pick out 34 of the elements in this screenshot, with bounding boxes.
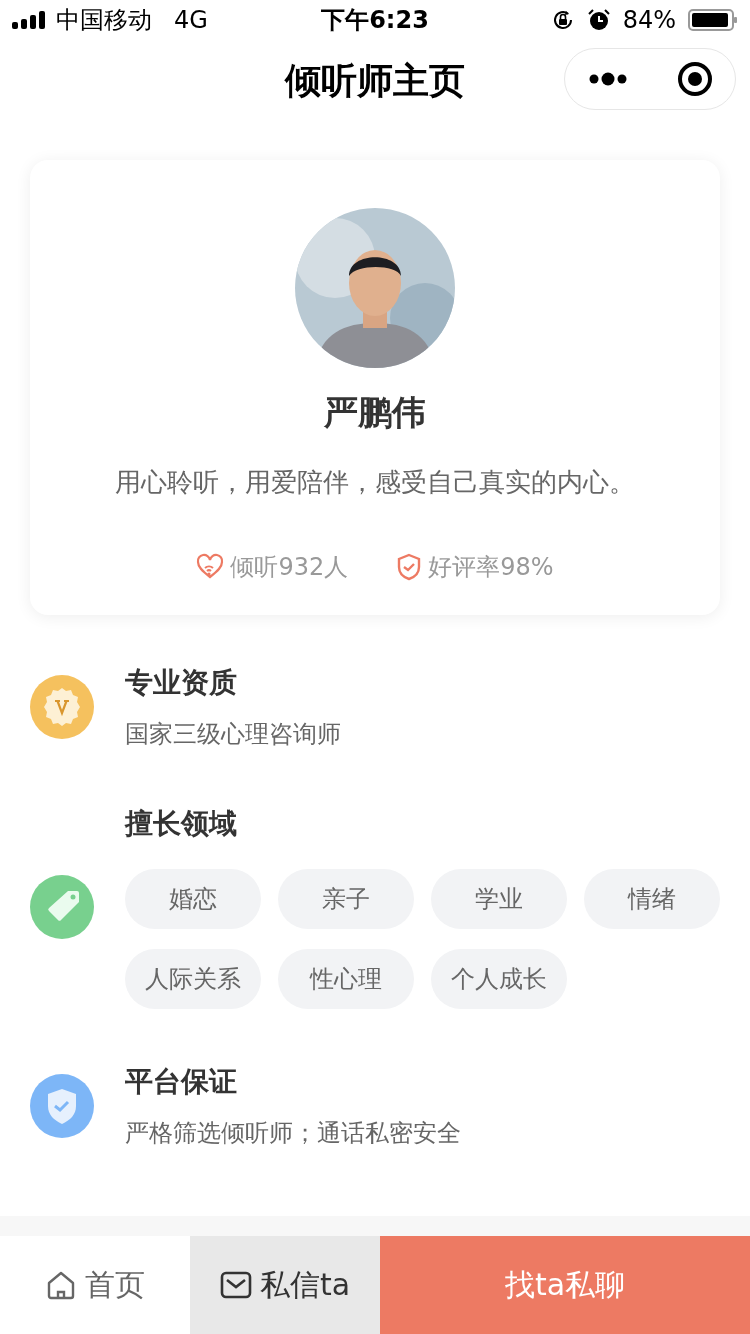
section-title: 平台保证 <box>125 1064 238 1100</box>
network-type: 4G <box>174 6 208 34</box>
carrier-name: 中国移动 <box>56 5 152 36</box>
battery-percent: 84% <box>622 6 676 34</box>
home-icon <box>45 1269 77 1301</box>
section-title: 专业资质 <box>125 665 238 701</box>
section-text: 严格筛选倾听师；通话私密安全 <box>125 1118 462 1149</box>
more-icon[interactable] <box>589 72 629 86</box>
page-title: 倾听师主页 <box>285 58 465 103</box>
heart-icon <box>196 553 225 581</box>
expertise-tag: 个人成长 <box>431 949 567 1009</box>
mail-icon <box>219 1270 252 1300</box>
expertise-tag: 学业 <box>431 869 567 929</box>
listener-name: 严鹏伟 <box>324 391 426 434</box>
shield-check-icon <box>396 553 423 581</box>
close-icon[interactable] <box>677 61 713 97</box>
listens-stat: 倾听932人 <box>230 552 349 583</box>
expertise-tag: 亲子 <box>278 869 414 929</box>
expertise-tag: 情绪 <box>584 869 720 929</box>
alarm-icon <box>586 8 611 32</box>
shield-check-icon <box>30 1074 94 1138</box>
signal-icon <box>12 11 48 29</box>
badge-icon <box>30 675 94 739</box>
listener-motto: 用心聆听，用爱陪伴，感受自己真实的内心。 <box>115 466 635 499</box>
expertise-tag: 人际关系 <box>125 949 261 1009</box>
clock-time: 下午6:23 <box>321 6 429 34</box>
message-button[interactable]: 私信ta <box>190 1236 380 1334</box>
section-text: 国家三级心理咨询师 <box>125 719 342 750</box>
battery-icon <box>688 8 738 32</box>
expertise-tag: 性心理 <box>278 949 414 1009</box>
rating-stat: 好评率98% <box>428 552 554 583</box>
section-title: 擅长领域 <box>125 806 238 842</box>
tag-icon <box>30 874 94 939</box>
expertise-tag: 婚恋 <box>125 869 261 929</box>
